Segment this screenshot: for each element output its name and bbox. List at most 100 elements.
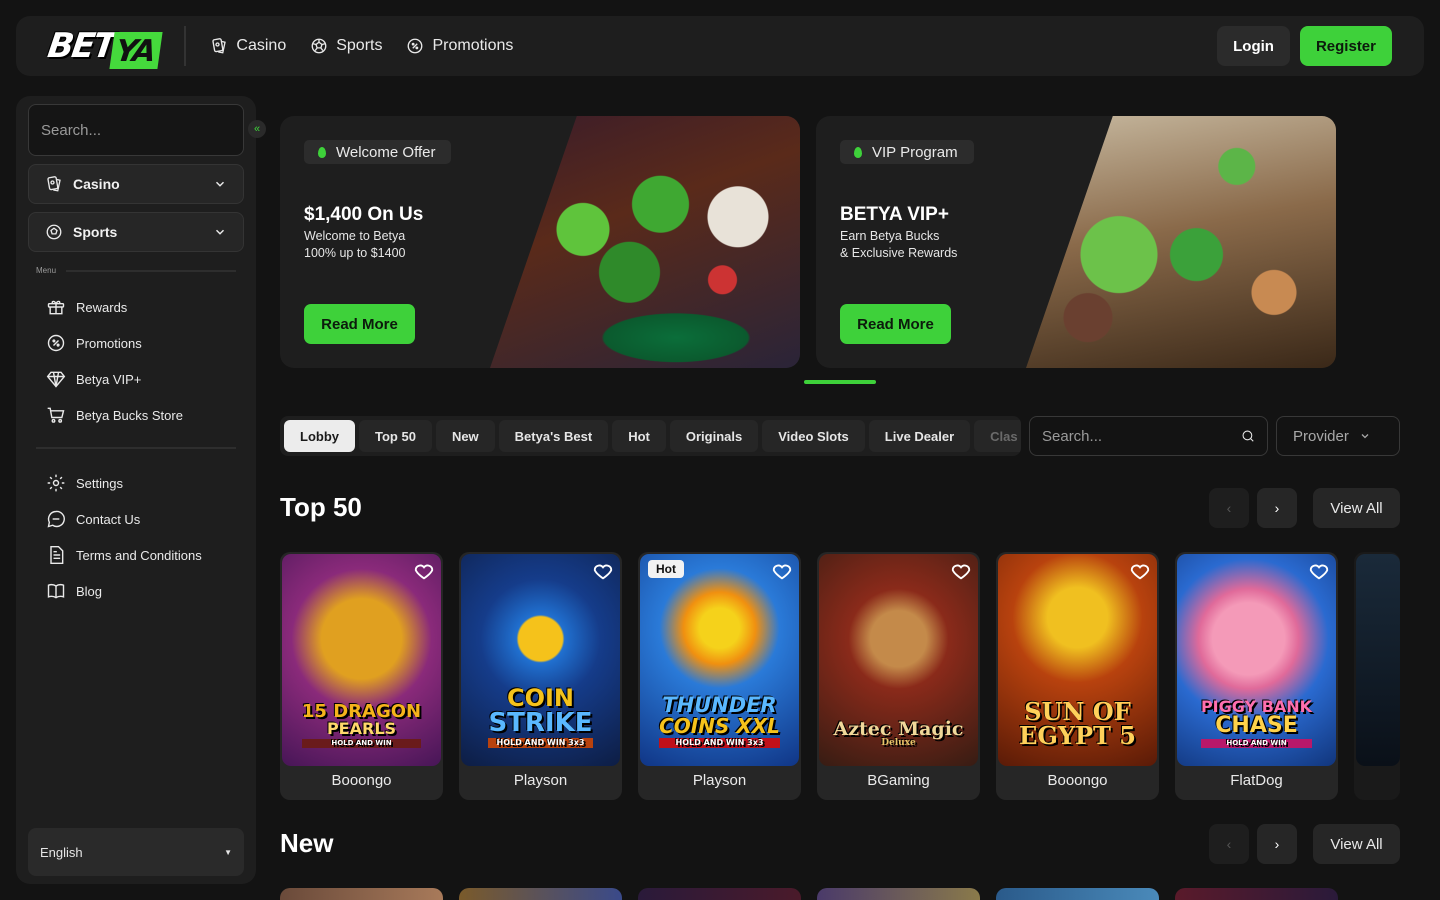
heart-icon[interactable] — [592, 560, 614, 582]
casino-card-icon — [212, 38, 227, 54]
game-title-art: SUN OF EGYPT 5 — [1019, 700, 1136, 748]
heart-icon[interactable] — [771, 560, 793, 582]
game-thumbnail[interactable]: 15 DRAGON PEARLS HOLD AND WIN — [282, 554, 441, 766]
document-icon — [50, 545, 64, 565]
section-title-new: New — [280, 828, 334, 858]
game-thumbnail[interactable]: PIGGY BANK CHASE HOLD AND WIN — [1177, 554, 1336, 766]
tab-lobby[interactable]: Lobby — [284, 420, 355, 452]
collapse-sidebar-icon[interactable]: « — [248, 120, 266, 138]
prev-arrow-button[interactable]: ‹ — [1209, 824, 1249, 864]
game-provider: BGaming — [867, 772, 930, 789]
game-provider: Booongo — [1047, 772, 1108, 789]
section-title-top50: Top 50 — [280, 492, 362, 522]
login-button[interactable]: Login — [1217, 26, 1290, 66]
chevron-down-icon — [215, 181, 225, 187]
soccer-ball-icon — [311, 38, 327, 54]
game-card[interactable]: THUNDER COINS XXL HOLD AND WIN 3x3 Hot P… — [638, 552, 801, 800]
sidebar-dropdown-label: Sports — [73, 224, 118, 240]
sidebar-item-blog[interactable]: Blog — [28, 573, 244, 609]
game-thumbnail[interactable] — [1356, 554, 1400, 766]
view-all-button[interactable]: View All — [1313, 824, 1400, 864]
game-card[interactable]: COIN STRIKE HOLD AND WIN 3x3 Playson — [459, 552, 622, 800]
promo-subtitle-line: Earn Betya Bucks — [840, 229, 940, 243]
search-icon[interactable] — [1241, 426, 1255, 446]
view-all-button[interactable]: View All — [1313, 488, 1400, 528]
sidebar-item-contact[interactable]: Contact Us — [28, 501, 244, 537]
promo-badge-icon — [408, 38, 423, 54]
game-card-peek[interactable] — [459, 888, 622, 900]
register-button[interactable]: Register — [1299, 26, 1392, 66]
promo-card-vip: VIP Program BETYA VIP+ Earn Betya Bucks … — [816, 116, 1336, 368]
game-provider: Booongo — [331, 772, 392, 789]
tab-betyas-best[interactable]: Betya's Best — [498, 420, 609, 452]
sidebar-item-label: Contact Us — [76, 511, 141, 527]
read-more-button[interactable]: Read More — [840, 304, 951, 344]
sidebar-search-input[interactable] — [41, 121, 240, 139]
sidebar-item-vip[interactable]: Betya VIP+ — [28, 361, 244, 397]
sidebar-item-settings[interactable]: Settings — [28, 465, 244, 501]
tab-video-slots[interactable]: Video Slots — [762, 420, 865, 452]
game-thumbnail[interactable]: COIN STRIKE HOLD AND WIN 3x3 — [461, 554, 620, 766]
promo-artwork-party — [1026, 116, 1336, 368]
sidebar-dropdown-label: Casino — [73, 176, 120, 192]
sidebar-dropdown-casino[interactable]: Casino — [28, 164, 244, 204]
sidebar-item-promotions[interactable]: Promotions — [28, 325, 244, 361]
book-icon — [47, 583, 65, 599]
game-thumbnail[interactable]: Aztec Magic Deluxe — [819, 554, 978, 766]
betya-logo[interactable]: BET YA — [45, 24, 164, 69]
next-arrow-button[interactable]: › — [1257, 824, 1297, 864]
promo-card-welcome: Welcome Offer $1,400 On Us Welcome to Be… — [280, 116, 800, 368]
tab-classics[interactable]: Clas — [974, 420, 1021, 452]
game-card[interactable]: 15 DRAGON PEARLS HOLD AND WIN Booongo — [280, 552, 443, 800]
casino-card-icon — [47, 176, 61, 192]
sidebar-dropdown-sports[interactable]: Sports — [28, 212, 244, 252]
sidebar-item-store[interactable]: Betya Bucks Store — [28, 397, 244, 433]
next-arrow-button[interactable]: › — [1257, 488, 1297, 528]
sidebar-secondary-menu: Settings Contact Us Terms and Conditions… — [28, 465, 244, 609]
game-title-line: HOLD AND WIN 3x3 — [488, 738, 593, 748]
game-search-input[interactable] — [1042, 427, 1241, 445]
prev-arrow-button[interactable]: ‹ — [1209, 488, 1249, 528]
menu-section-label: Menu — [28, 266, 244, 275]
provider-dropdown[interactable]: Provider — [1276, 416, 1400, 456]
tab-hot[interactable]: Hot — [612, 420, 666, 452]
game-card-peek[interactable] — [638, 888, 801, 900]
sidebar-item-terms[interactable]: Terms and Conditions — [28, 537, 244, 573]
promo-subtitle-line: Welcome to Betya — [304, 229, 406, 243]
nav-sports[interactable]: Sports — [310, 37, 382, 55]
game-card-partial[interactable] — [1354, 552, 1400, 800]
language-select[interactable]: English ▼ — [28, 828, 244, 876]
tab-live-dealer[interactable]: Live Dealer — [868, 420, 971, 452]
read-more-button[interactable]: Read More — [304, 304, 415, 344]
gear-icon — [47, 474, 65, 492]
carousel-indicator[interactable] — [804, 380, 876, 384]
game-card[interactable]: SUN OF EGYPT 5 Booongo — [996, 552, 1159, 800]
tab-originals[interactable]: Originals — [669, 420, 759, 452]
chevron-down-icon — [215, 229, 225, 235]
provider-label: Provider — [1293, 427, 1349, 445]
tab-new[interactable]: New — [435, 420, 495, 452]
game-title-art: 15 DRAGON PEARLS HOLD AND WIN — [301, 703, 422, 748]
game-card[interactable]: Aztec Magic Deluxe BGaming — [817, 552, 980, 800]
header-divider — [184, 26, 187, 66]
heart-icon[interactable] — [1129, 560, 1151, 582]
heart-icon[interactable] — [950, 560, 972, 582]
game-card[interactable]: PIGGY BANK CHASE HOLD AND WIN FlatDog — [1175, 552, 1338, 800]
game-title-line: COIN — [506, 684, 574, 712]
sidebar-item-label: Terms and Conditions — [76, 547, 202, 563]
game-thumbnail[interactable]: SUN OF EGYPT 5 — [998, 554, 1157, 766]
sidebar-item-rewards[interactable]: Rewards — [28, 289, 244, 325]
heart-icon[interactable] — [1308, 560, 1330, 582]
game-card-peek[interactable] — [817, 888, 980, 900]
game-card-peek[interactable] — [280, 888, 443, 900]
nav-casino[interactable]: Casino — [210, 37, 286, 55]
menu-label-text: Menu — [36, 266, 57, 275]
game-thumbnail[interactable]: THUNDER COINS XXL HOLD AND WIN 3x3 — [640, 554, 799, 766]
promo-tag-label: VIP Program — [872, 143, 958, 161]
tab-top-50[interactable]: Top 50 — [359, 420, 432, 452]
game-card-peek[interactable] — [1175, 888, 1338, 900]
nav-promotions[interactable]: Promotions — [406, 37, 513, 55]
promo-subtitle: Earn Betya Bucks & Exclusive Rewards — [840, 228, 1040, 262]
game-card-peek[interactable] — [996, 888, 1159, 900]
heart-icon[interactable] — [413, 560, 435, 582]
